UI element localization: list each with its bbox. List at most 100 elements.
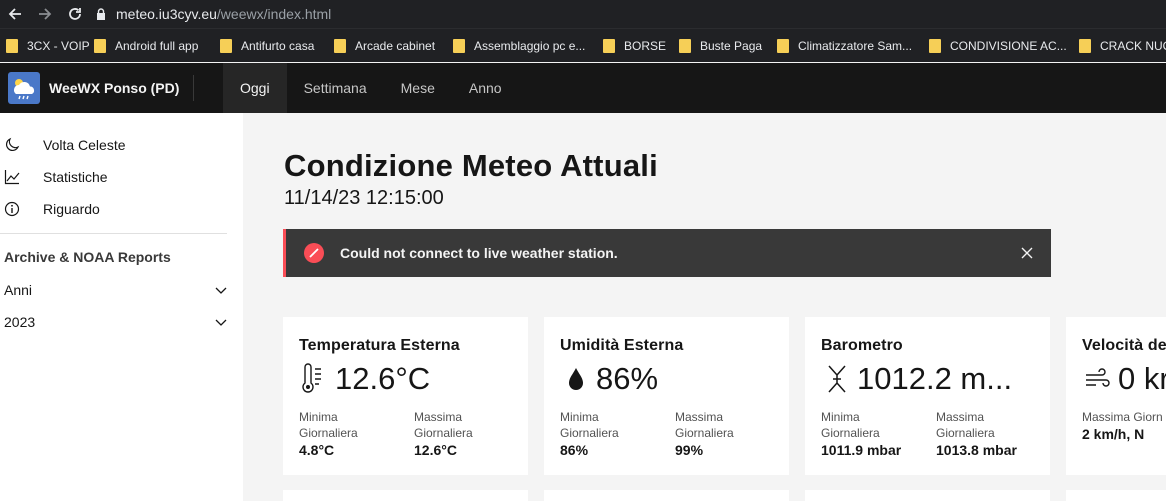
card-title: Temperatura Esterna (299, 337, 460, 354)
card-value: 86% (560, 361, 658, 397)
weather-logo-icon (8, 72, 40, 104)
bookmark-label: BORSE (624, 38, 667, 53)
card-max: Massima Giornaliera 12.6°C (414, 409, 494, 458)
sidebar-divider (0, 233, 227, 234)
sidebar-expander-2023[interactable]: 2023 (0, 307, 230, 337)
card-value-text: 0 kr (1118, 361, 1166, 396)
max-value: 99% (675, 442, 704, 458)
bookmark-label: Assemblaggio pc e... (474, 38, 586, 53)
bookmark-label: CONDIVISIONE AC... (950, 38, 1067, 53)
folder-icon (777, 38, 789, 53)
card-max: Massima Giornaliera 99% (675, 409, 755, 458)
tab-oggi[interactable]: Oggi (223, 63, 287, 113)
bookmark-item[interactable]: CONDIVISIONE AC... (923, 29, 1073, 62)
app-header: WeeWX Ponso (PD) Oggi Settimana Mese Ann… (0, 63, 1166, 113)
bookmark-item[interactable]: CRACK NUO (1073, 29, 1166, 62)
moon-icon (4, 137, 20, 153)
folder-icon (929, 38, 941, 53)
folder-icon (220, 38, 232, 53)
tab-anno[interactable]: Anno (452, 63, 519, 113)
info-icon (4, 201, 20, 217)
bookmark-item[interactable]: Antifurto casa (214, 29, 328, 62)
max-value: 12.6°C (414, 442, 457, 458)
card-partial (805, 490, 1050, 501)
reload-button[interactable] (60, 0, 90, 28)
bookmark-label: CRACK NUO (1100, 38, 1166, 53)
folder-icon (94, 38, 106, 53)
bookmark-item[interactable]: Assemblaggio pc e... (447, 29, 597, 62)
sidebar-item-label: Volta Celeste (43, 137, 126, 153)
expander-label: 2023 (4, 314, 36, 330)
brand[interactable]: WeeWX Ponso (PD) (0, 63, 208, 113)
back-button[interactable] (0, 0, 30, 28)
page-title: Condizione Meteo Attuali (284, 148, 658, 183)
bookmark-label: Buste Paga (700, 38, 763, 53)
card-partial (283, 490, 528, 501)
sidebar-item-volta-celeste[interactable]: Volta Celeste (0, 130, 230, 160)
card-max: Massima Giornaliera 1013.8 mbar (936, 409, 1017, 458)
bookmark-item[interactable]: Android full app (88, 29, 214, 62)
arrow-right-icon (39, 8, 52, 20)
close-icon[interactable] (1019, 245, 1035, 261)
min-label: Minima Giornaliera (821, 410, 880, 440)
bookmark-item[interactable]: Climatizzatore Sam... (771, 29, 923, 62)
sidebar-item-riguardo[interactable]: Riguardo (0, 194, 230, 224)
card-min: Minima Giornaliera 86% (560, 409, 640, 458)
card-value-text: 12.6°C (335, 361, 431, 396)
thermometer-icon (299, 363, 331, 395)
card-temperatura: Temperatura Esterna 12.6°C Minima Giorna… (283, 317, 528, 475)
reload-icon (69, 8, 81, 20)
bookmark-item[interactable]: BORSE (597, 29, 673, 62)
page-timestamp: 11/14/23 12:15:00 (284, 187, 444, 209)
chevron-down-icon (215, 319, 227, 326)
card-value: 1012.2 m... (821, 361, 1012, 397)
error-icon (304, 243, 324, 263)
bookmark-label: 3CX - VOIP (27, 38, 90, 53)
card-velocita-vento: Velocità de 0 kr Massima Giorn 2 km/h, N (1066, 317, 1166, 475)
card-max: Massima Giorn 2 km/h, N (1082, 409, 1166, 442)
min-value: 4.8°C (299, 442, 335, 458)
chart-line-icon (4, 169, 20, 185)
address-bar[interactable]: meteo.iu3cyv.eu/weewx/index.html (96, 0, 331, 28)
browser-toolbar: meteo.iu3cyv.eu/weewx/index.html (0, 0, 1166, 28)
bookmark-item[interactable]: Arcade cabinet (328, 29, 447, 62)
min-label: Minima Giornaliera (299, 410, 358, 440)
forward-button[interactable] (30, 0, 60, 28)
folder-icon (6, 38, 18, 53)
bookmark-item[interactable]: 3CX - VOIP (0, 29, 90, 62)
min-value: 86% (560, 442, 589, 458)
card-partial (544, 490, 789, 501)
tab-settimana[interactable]: Settimana (287, 63, 384, 113)
url-path: /weewx/index.html (216, 6, 332, 22)
sidebar: Volta Celeste Statistiche Riguardo Archi… (0, 113, 243, 501)
chevron-down-icon (215, 287, 227, 294)
sidebar-item-label: Statistiche (43, 169, 108, 185)
card-title: Barometro (821, 337, 903, 354)
nav-tabs: Oggi Settimana Mese Anno (223, 63, 519, 113)
folder-icon (603, 38, 615, 53)
card-partial (1066, 490, 1166, 501)
notification-message: Could not connect to live weather statio… (340, 245, 618, 261)
bookmark-label: Antifurto casa (241, 38, 315, 53)
bookmark-label: Android full app (115, 38, 199, 53)
folder-icon (334, 38, 346, 53)
expander-label: Anni (4, 282, 33, 298)
wind-icon (1082, 363, 1114, 395)
lock-icon (96, 8, 106, 20)
card-min: Minima Giornaliera 4.8°C (299, 409, 379, 458)
max-label: Massima Giorn (1082, 410, 1163, 424)
folder-icon (453, 38, 465, 53)
sidebar-expander-anni[interactable]: Anni (0, 275, 230, 305)
max-label: Massima Giornaliera (414, 410, 473, 440)
bookmark-label: Climatizzatore Sam... (798, 38, 913, 53)
max-label: Massima Giornaliera (675, 410, 734, 440)
card-value-text: 86% (596, 361, 659, 396)
bookmark-label: Arcade cabinet (355, 38, 436, 53)
bookmarks-bar: 3CX - VOIP Android full app Antifurto ca… (0, 28, 1166, 62)
sidebar-item-statistiche[interactable]: Statistiche (0, 162, 230, 192)
bookmark-item[interactable]: Buste Paga (673, 29, 771, 62)
tab-mese[interactable]: Mese (384, 63, 452, 113)
max-value: 2 km/h, N (1082, 426, 1145, 442)
max-value: 1013.8 mbar (936, 442, 1017, 458)
min-value: 1011.9 mbar (821, 442, 902, 458)
